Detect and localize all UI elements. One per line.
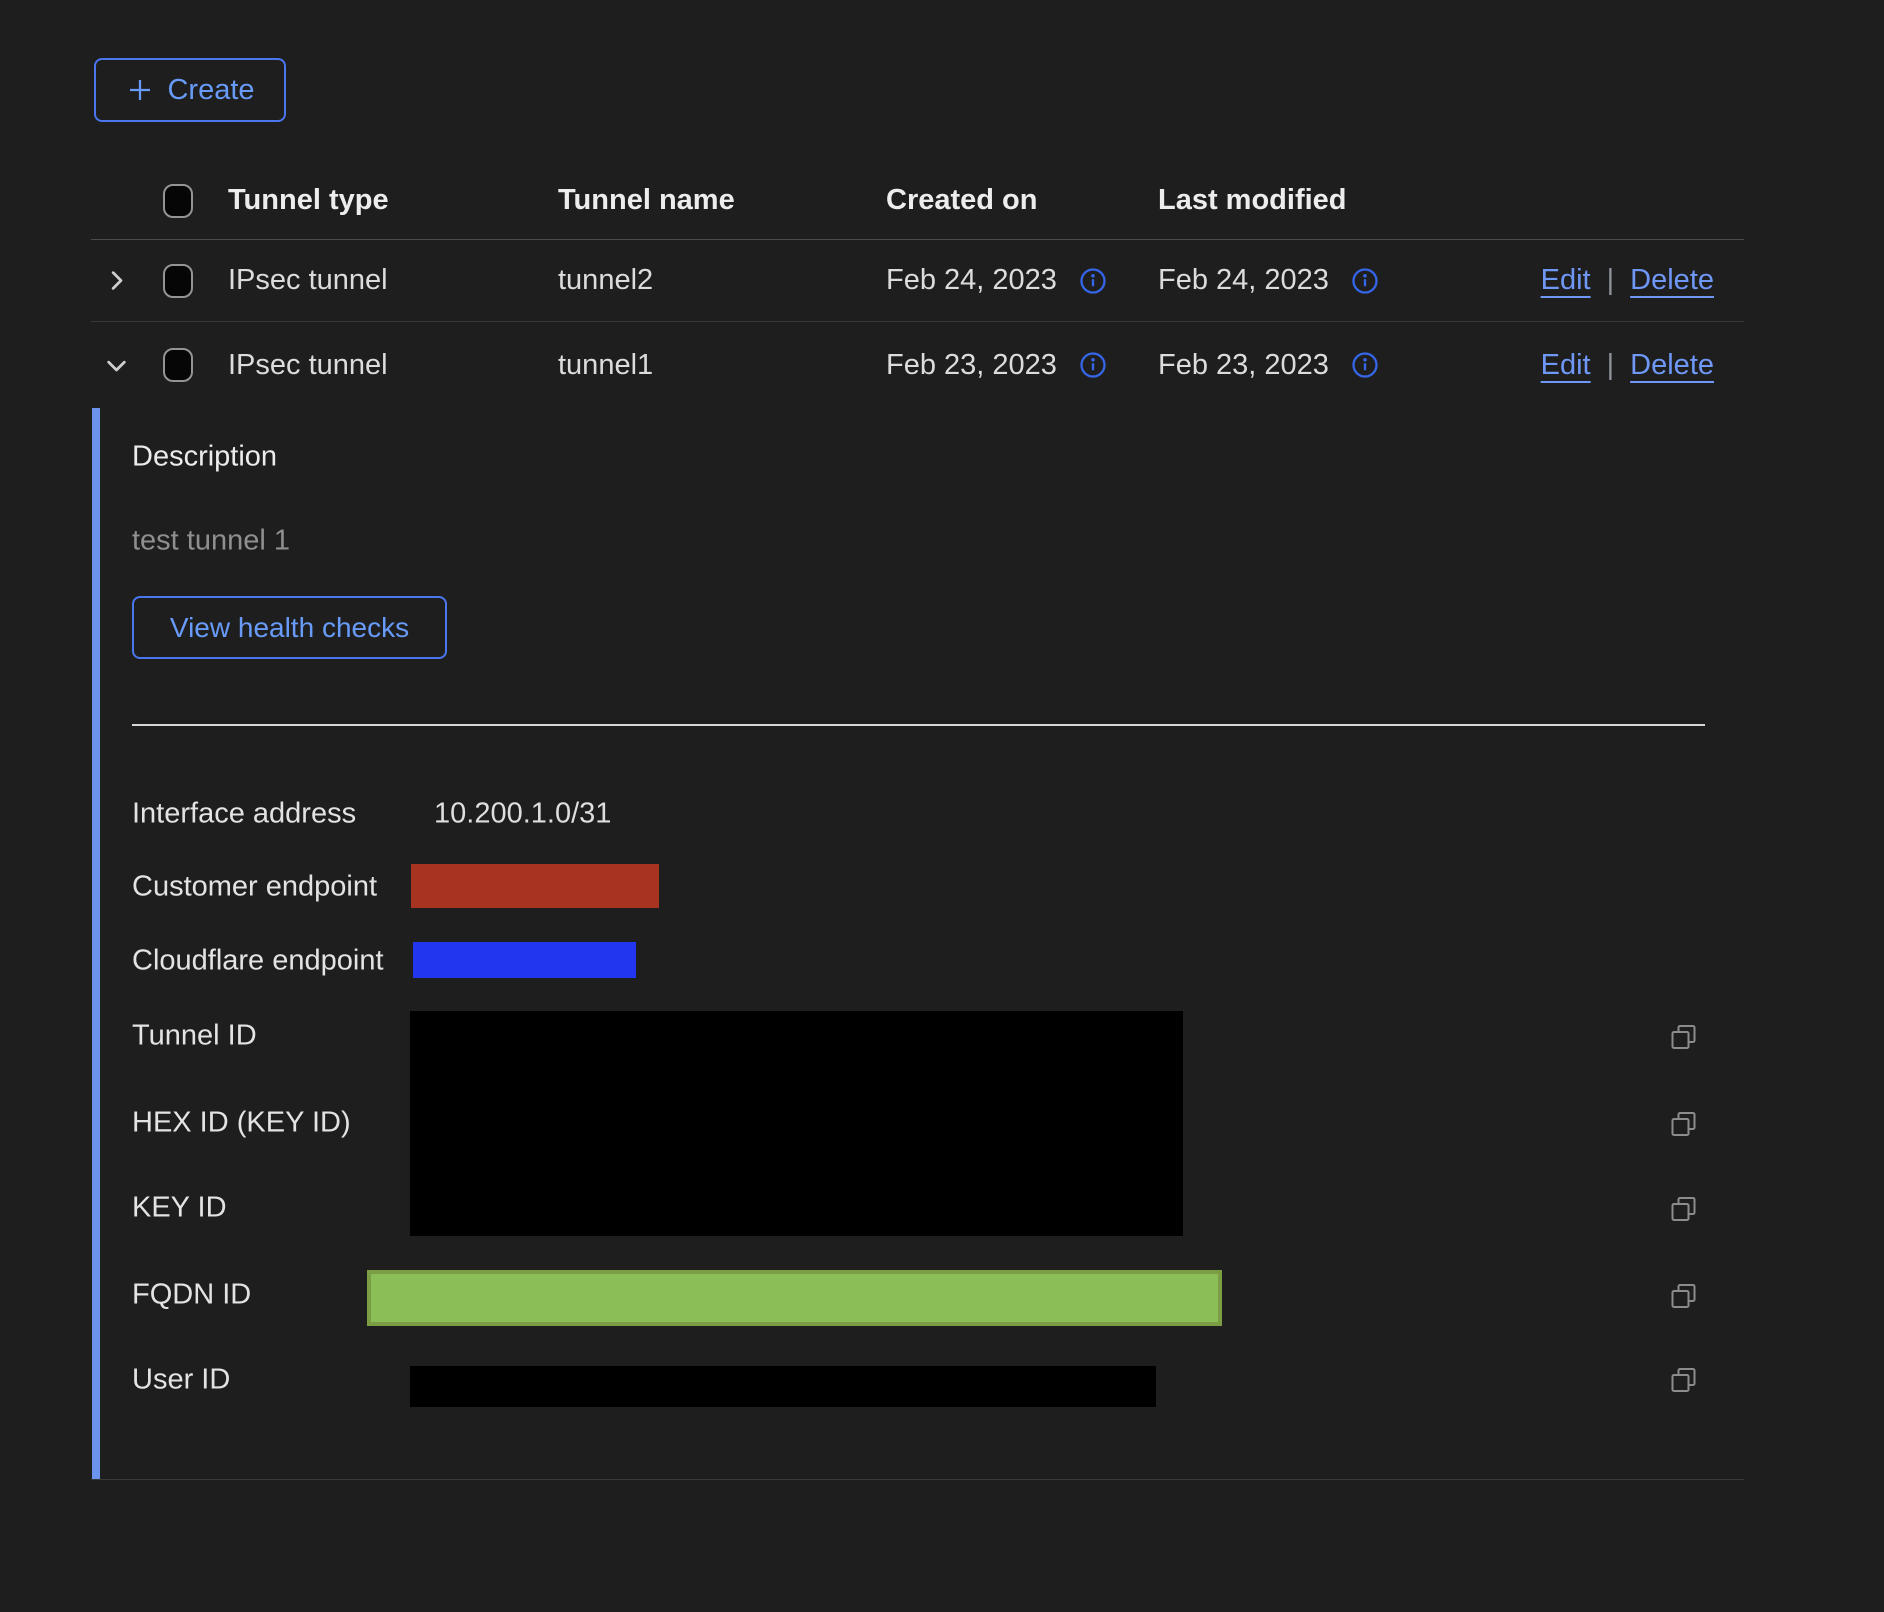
copy-tunnel-id-button[interactable] xyxy=(1668,1023,1699,1054)
table-row-tunnel2: IPsec tunnel tunnel2 Feb 24, 2023 Feb 24… xyxy=(91,240,1744,322)
interface-address-value: 10.200.1.0/31 xyxy=(434,798,611,831)
copy-icon xyxy=(1668,1282,1699,1313)
section-divider xyxy=(132,724,1705,726)
column-header-last-modified: Last modified xyxy=(1158,184,1540,217)
create-button-label: Create xyxy=(167,74,254,107)
select-all-checkbox[interactable] xyxy=(163,184,193,218)
description-value: test tunnel 1 xyxy=(132,525,290,558)
field-label-cloudflare-endpoint: Cloudflare endpoint xyxy=(132,945,384,978)
redacted-tunnel-hex-key-ids-value xyxy=(410,1011,1183,1236)
tunnels-table: Tunnel type Tunnel name Created on Last … xyxy=(91,162,1744,1480)
column-header-tunnel-type: Tunnel type xyxy=(228,184,558,217)
tunnels-page: Create Tunnel type Tunnel name Created o… xyxy=(0,58,1884,1480)
delete-link[interactable]: Delete xyxy=(1630,349,1714,382)
delete-link[interactable]: Delete xyxy=(1630,264,1714,297)
info-icon[interactable] xyxy=(1079,351,1107,379)
copy-icon xyxy=(1668,1366,1699,1397)
expanded-panel: Description test tunnel 1 View health ch… xyxy=(91,408,1744,1480)
copy-icon xyxy=(1668,1023,1699,1054)
tunnel-type-cell: IPsec tunnel xyxy=(228,264,558,297)
info-icon[interactable] xyxy=(1079,267,1107,295)
copy-user-id-button[interactable] xyxy=(1668,1366,1699,1397)
copy-icon xyxy=(1668,1110,1699,1141)
field-label-hex-id: HEX ID (KEY ID) xyxy=(132,1107,351,1140)
create-button[interactable]: Create xyxy=(94,58,286,122)
column-header-tunnel-name: Tunnel name xyxy=(558,184,886,217)
plus-icon xyxy=(125,75,155,105)
expanded-indicator-bar xyxy=(92,408,100,1479)
field-label-key-id: KEY ID xyxy=(132,1192,227,1225)
modified-date: Feb 23, 2023 xyxy=(1158,349,1329,382)
view-health-checks-button[interactable]: View health checks xyxy=(132,596,447,659)
copy-key-id-button[interactable] xyxy=(1668,1195,1699,1226)
created-on-cell: Feb 23, 2023 xyxy=(886,349,1158,382)
tunnel-name-cell: tunnel1 xyxy=(558,349,886,382)
info-icon[interactable] xyxy=(1351,267,1379,295)
row-checkbox[interactable] xyxy=(163,348,193,382)
table-header-row: Tunnel type Tunnel name Created on Last … xyxy=(91,162,1744,240)
modified-date: Feb 24, 2023 xyxy=(1158,264,1329,297)
field-label-interface-address: Interface address xyxy=(132,798,356,831)
field-label-tunnel-id: Tunnel ID xyxy=(132,1020,257,1053)
created-on-cell: Feb 24, 2023 xyxy=(886,264,1158,297)
actions-separator: | xyxy=(1607,349,1615,382)
last-modified-cell: Feb 23, 2023 xyxy=(1158,349,1540,382)
tunnel-name-cell: tunnel2 xyxy=(558,264,886,297)
copy-fqdn-id-button[interactable] xyxy=(1668,1282,1699,1313)
row-checkbox[interactable] xyxy=(163,264,193,298)
chevron-right-icon xyxy=(103,267,130,294)
edit-link[interactable]: Edit xyxy=(1541,264,1591,297)
field-label-fqdn-id: FQDN ID xyxy=(132,1279,251,1312)
actions-separator: | xyxy=(1607,264,1615,297)
redacted-customer-endpoint-value xyxy=(411,864,659,908)
table-row-tunnel1: IPsec tunnel tunnel1 Feb 23, 2023 Feb 23… xyxy=(91,322,1744,408)
redacted-fqdn-id-value xyxy=(367,1270,1222,1326)
tunnel-type-cell: IPsec tunnel xyxy=(228,349,558,382)
field-label-user-id: User ID xyxy=(132,1364,230,1397)
edit-link[interactable]: Edit xyxy=(1541,349,1591,382)
info-icon[interactable] xyxy=(1351,351,1379,379)
redacted-cloudflare-endpoint-value xyxy=(413,942,636,978)
chevron-down-icon xyxy=(103,352,130,379)
created-date: Feb 23, 2023 xyxy=(886,349,1057,382)
last-modified-cell: Feb 24, 2023 xyxy=(1158,264,1540,297)
copy-icon xyxy=(1668,1195,1699,1226)
field-label-customer-endpoint: Customer endpoint xyxy=(132,871,377,904)
row-expand-button[interactable] xyxy=(103,267,130,294)
copy-hex-id-button[interactable] xyxy=(1668,1110,1699,1141)
description-label: Description xyxy=(132,441,277,474)
redacted-user-id-value xyxy=(410,1366,1156,1407)
created-date: Feb 24, 2023 xyxy=(886,264,1057,297)
row-collapse-button[interactable] xyxy=(103,352,130,379)
column-header-created-on: Created on xyxy=(886,184,1158,217)
